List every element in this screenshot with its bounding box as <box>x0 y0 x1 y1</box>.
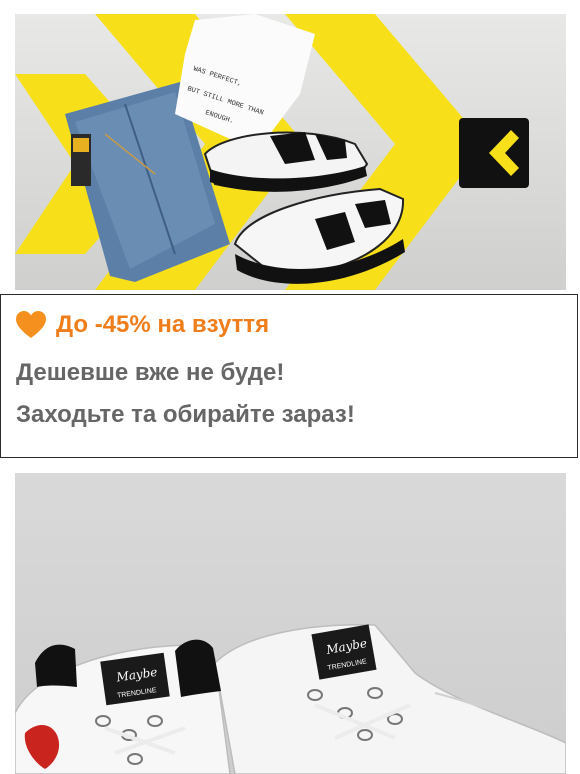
banner-illustration: WAS PERFECT, BUT STILL MORE THAN ENOUGH. <box>15 14 529 290</box>
promo-title-text: До -45% на взуття <box>56 311 270 338</box>
sneaker-image-1 <box>203 131 369 192</box>
chevron-left-logo-icon <box>459 118 529 188</box>
promo-banner-image[interactable]: WAS PERFECT, BUT STILL MORE THAN ENOUGH. <box>15 14 566 290</box>
sneaker-right-image: Maybe TRENDLINE <box>175 624 566 774</box>
promo-title: До -45% на взуття <box>16 311 269 339</box>
promo-text-box[interactable]: До -45% на взуття Дешевше вже не буде! З… <box>0 294 578 458</box>
tshirt-image: WAS PERFECT, BUT STILL MORE THAN ENOUGH. <box>175 14 315 139</box>
email-page: WAS PERFECT, BUT STILL MORE THAN ENOUGH. <box>0 0 580 774</box>
sneakers-product-illustration: Maybe TRENDLINE Maybe TRENDLINE <box>15 624 566 774</box>
orange-heart-icon <box>16 311 46 338</box>
promo-subtitle-2: Заходьте та обирайте зараз! <box>16 401 355 428</box>
promo-subtitle-1: Дешевше вже не буде! <box>16 359 285 386</box>
product-image[interactable]: Maybe TRENDLINE Maybe TRENDLINE <box>15 473 566 774</box>
